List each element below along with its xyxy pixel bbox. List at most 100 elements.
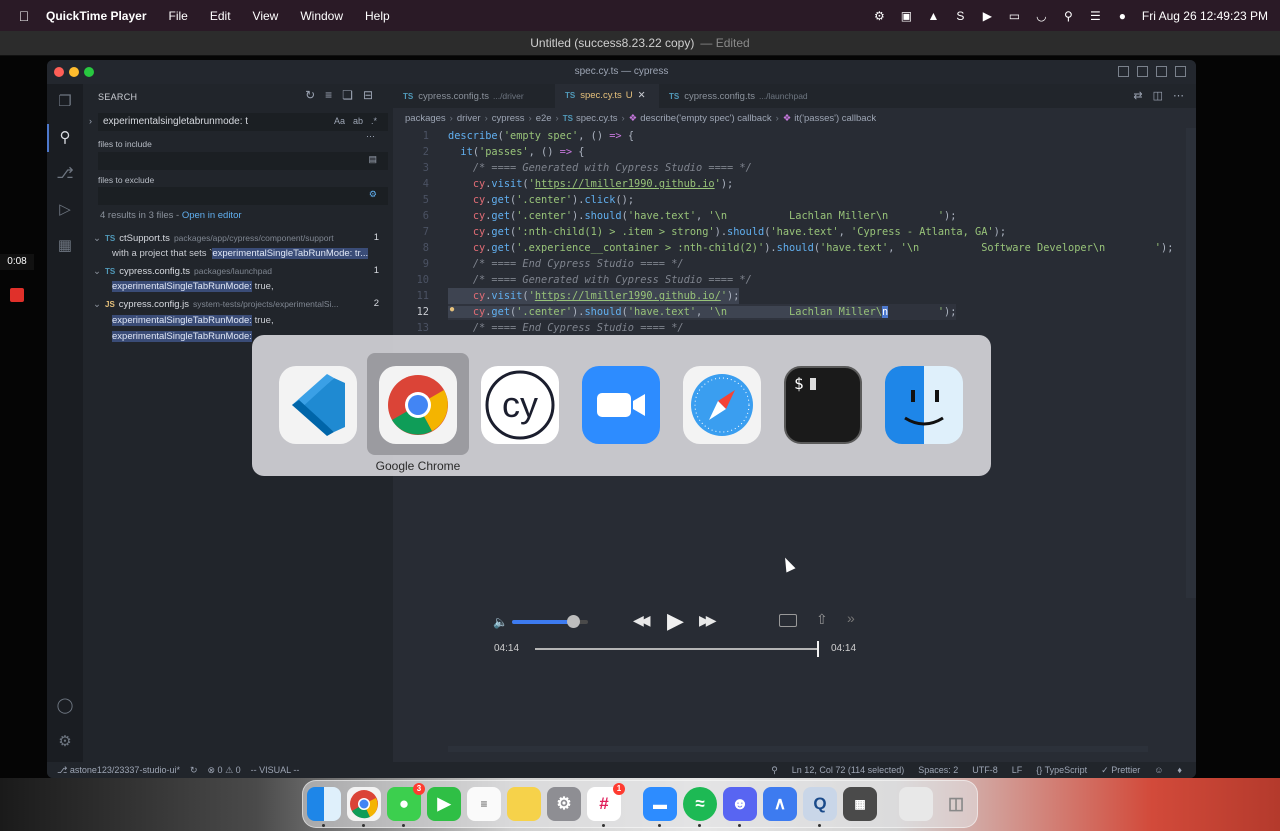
source-control-icon[interactable]: ⎇ — [55, 164, 75, 184]
refresh-icon[interactable]: ↻ — [305, 88, 315, 102]
explorer-icon[interactable]: ❐ — [55, 92, 75, 112]
sync-icon[interactable]: ↻ — [190, 762, 198, 778]
switcher-item-terminal[interactable]: $ — [772, 353, 874, 455]
control-center-icon[interactable]: ☰ — [1088, 8, 1103, 23]
tab-spec[interactable]: TS spec.cy.ts U ✕ — [555, 84, 659, 108]
result-file[interactable]: ⌄ TS ctSupport.ts packages/app/cypress/comp… — [93, 230, 393, 246]
vertical-scrollbar[interactable] — [1186, 128, 1196, 598]
prettier-status[interactable]: ✓ Prettier — [1101, 762, 1140, 778]
result-match[interactable]: experimentalSingleTabRunMode: true, — [112, 313, 394, 329]
run-debug-icon[interactable]: ▷ — [55, 200, 75, 220]
line-ending[interactable]: LF — [1012, 762, 1023, 778]
encoding[interactable]: UTF-8 — [972, 762, 998, 778]
breadcrumb-item[interactable]: describe('empty spec') callback — [640, 113, 771, 124]
preview-icon[interactable] — [899, 787, 933, 821]
breadcrumb-item[interactable]: packages — [405, 113, 446, 124]
lightbulb-icon[interactable]: ● — [449, 304, 455, 315]
result-match[interactable]: experimentalSingleTabRunMode: true, — [112, 279, 394, 295]
more-options-icon[interactable]: ⋯ — [366, 131, 375, 142]
switcher-item-zoom[interactable] — [570, 353, 672, 455]
toggle-panel-icon[interactable] — [1137, 66, 1148, 77]
breadcrumb-item[interactable]: driver — [457, 113, 481, 124]
gear-icon[interactable]: ⚙ — [872, 8, 887, 23]
breadcrumb-item[interactable]: it('passes') callback — [794, 113, 876, 124]
horizontal-scrollbar[interactable] — [448, 746, 1148, 752]
search-icon[interactable]: ⚲ — [47, 124, 75, 152]
airplay-icon[interactable] — [779, 614, 797, 627]
play-icon[interactable]: ▶ — [980, 8, 995, 23]
files-exclude-input[interactable] — [98, 187, 388, 205]
volume-icon[interactable]: 🔈 — [493, 615, 508, 629]
finder-icon[interactable] — [307, 787, 341, 821]
cursor-position[interactable]: Ln 12, Col 72 (114 selected) — [792, 762, 904, 778]
toggle-secondary-sidebar-icon[interactable] — [1156, 66, 1167, 77]
menu-view[interactable]: View — [253, 9, 279, 23]
open-editors-only-icon[interactable]: ▤ — [368, 154, 377, 165]
stop-recording-button[interactable] — [10, 288, 24, 302]
use-exclude-settings-icon[interactable]: ⚙ — [369, 189, 377, 200]
arc-icon[interactable]: ∧ — [763, 787, 797, 821]
more-actions-icon[interactable]: ⋯ — [1173, 89, 1184, 102]
slack-icon[interactable]: #1 — [587, 783, 625, 821]
feedback-icon[interactable]: ☺ — [1154, 762, 1163, 778]
breadcrumb-item[interactable]: e2e — [536, 113, 552, 124]
zoom-icon[interactable]: ▬ — [643, 787, 677, 821]
facetime-icon[interactable]: ▶ — [427, 787, 461, 821]
extensions-icon[interactable]: ▦ — [55, 236, 75, 256]
split-editor-icon[interactable]: ◫ — [1153, 89, 1163, 102]
result-file[interactable]: ⌄ TS cypress.config.ts packages/launchpad 1 — [93, 263, 393, 279]
share-icon[interactable]: ⇧ — [816, 611, 828, 628]
app-menu[interactable]: QuickTime Player — [46, 9, 147, 23]
tab-driver-config[interactable]: TS cypress.config.ts .../driver — [393, 84, 555, 108]
breadcrumb-item[interactable]: cypress — [492, 113, 525, 124]
toggle-replace-icon[interactable]: › — [89, 116, 92, 126]
fast-forward-button[interactable]: ▶▶ — [699, 612, 716, 629]
playhead[interactable] — [817, 641, 819, 657]
apple-menu-icon[interactable]:  — [16, 8, 32, 24]
play-button[interactable]: ▶ — [667, 608, 684, 634]
account-icon[interactable]: ◯ — [55, 696, 75, 716]
search-icon[interactable]: ⚲ — [1061, 8, 1076, 23]
camera-icon[interactable]: ▣ — [899, 8, 914, 23]
compare-icon[interactable]: ⇄ — [1133, 89, 1142, 102]
files-include-input[interactable] — [98, 152, 388, 170]
switcher-item-finder[interactable] — [873, 353, 975, 455]
menu-file[interactable]: File — [169, 9, 188, 23]
notifications-icon[interactable]: ♦ — [1177, 762, 1182, 778]
match-case-toggle[interactable]: Aa — [334, 116, 345, 126]
spotify-icon[interactable]: ≈ — [683, 787, 717, 821]
clock[interactable]: Fri Aug 26 12:49:23 PM — [1142, 9, 1268, 23]
scrub-bar[interactable] — [535, 641, 819, 657]
search-input-value[interactable]: experimentalsingletabrunmode: t — [103, 116, 248, 127]
arch-icon[interactable]: ▲ — [926, 8, 941, 23]
match-whole-word-toggle[interactable]: ab — [353, 116, 363, 126]
switcher-item-vscode[interactable] — [267, 353, 369, 455]
use-regex-toggle[interactable]: .* — [371, 116, 377, 126]
minimize-window-button[interactable] — [69, 67, 79, 77]
reminders-icon[interactable]: ≡ — [467, 787, 501, 821]
language-mode[interactable]: {} TypeScript — [1036, 762, 1087, 778]
new-search-editor-icon[interactable]: ❏ — [342, 88, 353, 102]
volume-knob[interactable] — [566, 615, 580, 628]
discord-icon[interactable]: ☻ — [723, 787, 757, 821]
lightbulb-status-icon[interactable]: ⚲ — [771, 762, 778, 778]
collapse-all-icon[interactable]: ⊟ — [363, 88, 373, 102]
tab-launchpad-config[interactable]: TS cypress.config.ts .../launchpad — [659, 84, 839, 108]
indentation[interactable]: Spaces: 2 — [918, 762, 958, 778]
switcher-item-cypress[interactable]: cy — [469, 353, 571, 455]
clear-results-icon[interactable]: ≡ — [325, 88, 332, 102]
menu-edit[interactable]: Edit — [210, 9, 231, 23]
menu-window[interactable]: Window — [300, 9, 343, 23]
switcher-item-chrome[interactable] — [367, 353, 469, 455]
more-icon[interactable]: » — [847, 610, 855, 626]
problems-status[interactable]: ⊗ 0 ⚠ 0 — [208, 762, 241, 778]
menu-help[interactable]: Help — [365, 9, 390, 23]
result-match[interactable]: with a project that sets `experimentalSi… — [112, 246, 394, 262]
volume-slider[interactable] — [512, 615, 588, 628]
quicktime-icon[interactable]: Q — [803, 787, 837, 821]
result-file[interactable]: ⌄ JS cypress.config.js system-tests/project… — [93, 296, 393, 312]
toggle-sidebar-icon[interactable] — [1118, 66, 1129, 77]
close-window-button[interactable] — [54, 67, 64, 77]
zoom-window-button[interactable] — [84, 67, 94, 77]
customize-layout-icon[interactable] — [1175, 66, 1186, 77]
